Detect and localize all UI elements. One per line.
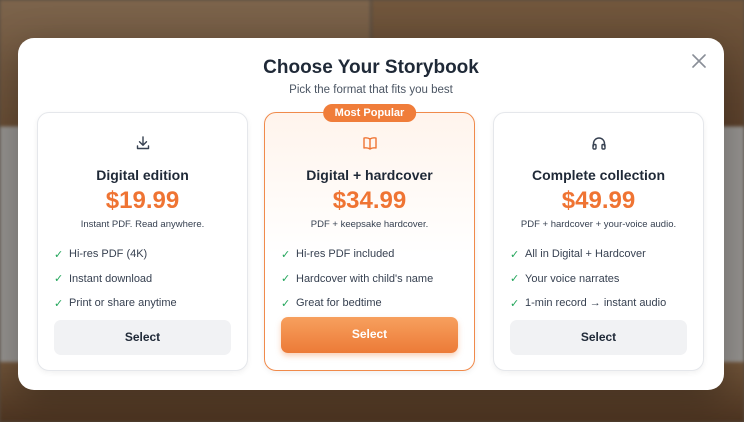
- feature-list: ✓ Hi-res PDF (4K) ✓ Instant download ✓ Prin…: [54, 242, 237, 316]
- select-digital-button[interactable]: Select: [54, 320, 231, 355]
- check-icon: ✓: [54, 248, 64, 261]
- most-popular-badge: Most Popular: [322, 104, 417, 122]
- check-icon: ✓: [281, 273, 291, 286]
- feature-item: ✓ Your voice narrates: [510, 267, 693, 292]
- select-complete-button[interactable]: Select: [510, 320, 687, 355]
- feature-item: ✓ Hi-res PDF (4K): [54, 242, 237, 267]
- feature-label: 1-min record → instant audio: [525, 297, 667, 310]
- plan-card-hardcover: Most Popular Digital + hardcover $34.99 …: [264, 104, 475, 371]
- plan-name: Digital edition: [96, 167, 189, 183]
- feature-label: Hardcover with child's name: [296, 272, 434, 285]
- check-icon: ✓: [281, 297, 291, 310]
- select-hardcover-button[interactable]: Select: [281, 317, 458, 353]
- download-icon: [38, 135, 247, 151]
- feature-item: ✓ 1-min record → instant audio: [510, 291, 693, 316]
- check-icon: ✓: [510, 273, 520, 286]
- headphones-icon: [494, 135, 703, 151]
- plan-name: Digital + hardcover: [306, 167, 433, 183]
- plan-description: PDF + hardcover + your-voice audio.: [520, 219, 677, 230]
- plan-description: PDF + keepsake hardcover.: [310, 219, 429, 230]
- feature-list: ✓ All in Digital + Hardcover ✓ Your voice …: [510, 242, 693, 316]
- feature-item: ✓ All in Digital + Hardcover: [510, 242, 693, 267]
- feature-item: ✓ Great for bedtime: [281, 291, 464, 316]
- plan-name: Complete collection: [531, 167, 666, 183]
- feature-item: ✓ Hardcover with child's name: [281, 267, 464, 292]
- plan-card-digital: Digital edition $19.99 Instant PDF. Read…: [37, 112, 248, 371]
- check-icon: ✓: [54, 273, 64, 286]
- modal-subtitle: Pick the format that fits you best: [289, 84, 453, 96]
- modal-title: Choose Your Storybook: [263, 57, 479, 78]
- plan-card-complete: Complete collection $49.99 PDF + hardcov…: [493, 112, 704, 371]
- feature-label: Print or share anytime: [69, 297, 177, 310]
- plan-price: $34.99: [332, 187, 407, 214]
- feature-item: ✓ Print or share anytime: [54, 291, 237, 316]
- check-icon: ✓: [510, 248, 520, 261]
- feature-list: ✓ Hi-res PDF included ✓ Hardcover with chi…: [281, 242, 464, 316]
- feature-label: Instant download: [69, 272, 153, 285]
- check-icon: ✓: [54, 297, 64, 310]
- plan-description: Instant PDF. Read anywhere.: [80, 219, 205, 230]
- book-open-icon: [265, 135, 474, 151]
- feature-item: ✓ Hi-res PDF included: [281, 242, 464, 267]
- feature-label: Hi-res PDF (4K): [69, 248, 148, 261]
- feature-item: ✓ Instant download: [54, 267, 237, 292]
- storybook-modal: Choose Your Storybook Pick the format th…: [18, 38, 724, 390]
- plan-price: $49.99: [561, 187, 636, 214]
- feature-label: Great for bedtime: [296, 297, 382, 310]
- plan-price: $19.99: [105, 187, 180, 214]
- feature-label: All in Digital + Hardcover: [525, 248, 646, 261]
- check-icon: ✓: [281, 248, 291, 261]
- feature-label: Your voice narrates: [525, 272, 620, 285]
- feature-label: Hi-res PDF included: [296, 248, 395, 261]
- check-icon: ✓: [510, 297, 520, 310]
